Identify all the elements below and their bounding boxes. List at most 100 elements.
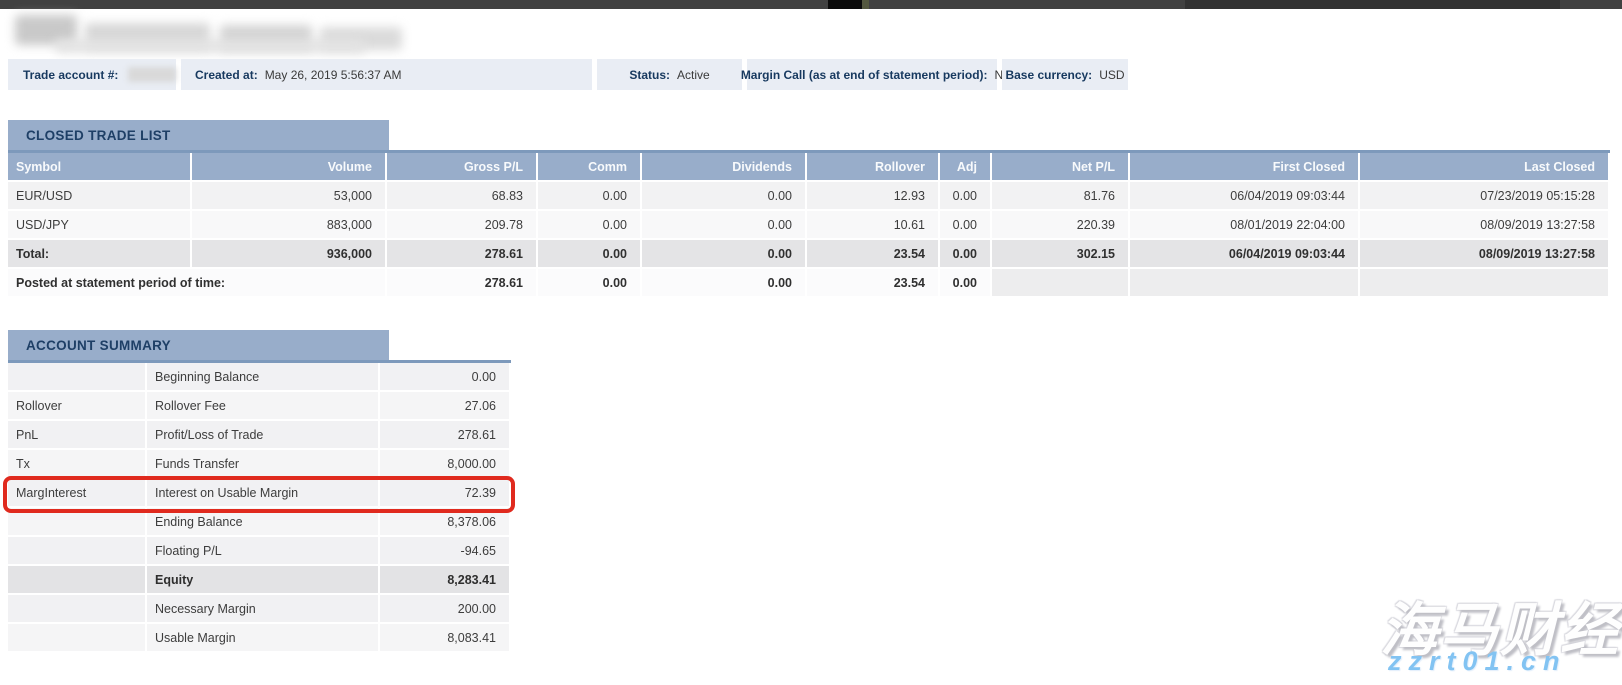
summary-code — [8, 595, 147, 624]
column-header: Gross P/L — [387, 153, 538, 182]
summary-description: Ending Balance — [147, 508, 380, 537]
created-at-value: May 26, 2019 5:56:37 AM — [265, 68, 402, 82]
margin-call-label: Margin Call (as at end of statement peri… — [741, 68, 988, 82]
column-header: Volume — [192, 153, 387, 182]
posted-cell: 23.54 — [807, 269, 940, 298]
posted-cell: 278.61 — [387, 269, 538, 298]
trade-cell: 68.83 — [387, 182, 538, 211]
summary-value: 0.00 — [380, 363, 511, 392]
closed-trade-list-body: EUR/USD53,00068.830.000.0012.930.0081.76… — [8, 182, 1610, 298]
total-cell: 0.00 — [642, 240, 807, 269]
trade-cell: 07/23/2019 05:15:28 — [1360, 182, 1610, 211]
account-summary-table: Beginning Balance0.00RolloverRollover Fe… — [8, 363, 511, 653]
summary-value: 8,000.00 — [380, 450, 511, 479]
strip-patch-accent — [862, 0, 869, 9]
summary-description: Profit/Loss of Trade — [147, 421, 380, 450]
trade-cell: 08/09/2019 13:27:58 — [1360, 211, 1610, 240]
closed-trade-list-table: SymbolVolumeGross P/LCommDividendsRollov… — [8, 153, 1610, 298]
posted-empty-cell — [1360, 269, 1610, 298]
info-status: Status: Active — [597, 59, 742, 90]
summary-description: Usable Margin — [147, 624, 380, 653]
column-header: Last Closed — [1360, 153, 1610, 182]
trade-cell: 0.00 — [940, 182, 992, 211]
top-browser-strip — [0, 0, 1622, 9]
closed-trade-list-header: SymbolVolumeGross P/LCommDividendsRollov… — [8, 153, 1610, 182]
account-info-bar: Trade account #: Created at: May 26, 201… — [8, 59, 1128, 90]
total-cell: 06/04/2019 09:03:44 — [1130, 240, 1360, 269]
closed-trade-list-title: CLOSED TRADE LIST — [26, 128, 171, 143]
summary-code — [8, 363, 147, 392]
status-label: Status: — [629, 68, 670, 82]
trade-cell: 12.93 — [807, 182, 940, 211]
total-cell: 23.54 — [807, 240, 940, 269]
closed-trade-list-section-tab: CLOSED TRADE LIST — [8, 120, 389, 150]
summary-row: Beginning Balance0.00 — [8, 363, 511, 392]
trade-cell: 10.61 — [807, 211, 940, 240]
summary-value: 72.39 — [380, 479, 511, 508]
summary-row: PnLProfit/Loss of Trade278.61 — [8, 421, 511, 450]
summary-value: 200.00 — [380, 595, 511, 624]
summary-code: Rollover — [8, 392, 147, 421]
summary-row: RolloverRollover Fee27.06 — [8, 392, 511, 421]
summary-value: 27.06 — [380, 392, 511, 421]
status-value: Active — [677, 68, 710, 82]
trade-row: USD/JPY883,000209.780.000.0010.610.00220… — [8, 211, 1610, 240]
trade-account-label: Trade account #: — [23, 68, 118, 82]
column-header: Dividends — [642, 153, 807, 182]
trade-cell: 0.00 — [538, 211, 642, 240]
summary-value: 8,083.41 — [380, 624, 511, 653]
summary-description: Beginning Balance — [147, 363, 380, 392]
total-cell: 0.00 — [538, 240, 642, 269]
summary-code — [8, 508, 147, 537]
summary-value: 8,283.41 — [380, 566, 511, 595]
summary-row-highlighted: MargInterestInterest on Usable Margin72.… — [8, 479, 511, 508]
trade-row: EUR/USD53,00068.830.000.0012.930.0081.76… — [8, 182, 1610, 211]
trade-cell: 883,000 — [192, 211, 387, 240]
account-summary-body: Beginning Balance0.00RolloverRollover Fe… — [8, 363, 511, 653]
column-header: Rollover — [807, 153, 940, 182]
column-header: Comm — [538, 153, 642, 182]
posted-cell: 0.00 — [538, 269, 642, 298]
total-cell: 08/09/2019 13:27:58 — [1360, 240, 1610, 269]
summary-code: Tx — [8, 450, 147, 479]
summary-value: 8,378.06 — [380, 508, 511, 537]
posted-row: Posted at statement period of time:278.6… — [8, 269, 1610, 298]
account-summary-section-tab: ACCOUNT SUMMARY — [8, 330, 389, 360]
info-margin-call: Margin Call (as at end of statement peri… — [747, 59, 997, 90]
info-created-at: Created at: May 26, 2019 5:56:37 AM — [181, 59, 592, 90]
account-summary-title: ACCOUNT SUMMARY — [26, 338, 171, 353]
created-at-label: Created at: — [195, 68, 258, 82]
strip-patch-dark — [1185, 0, 1560, 9]
summary-description: Necessary Margin — [147, 595, 380, 624]
total-cell: 302.15 — [992, 240, 1130, 269]
trade-cell: USD/JPY — [8, 211, 192, 240]
summary-row: Usable Margin8,083.41 — [8, 624, 511, 653]
base-currency-label: Base currency: — [1005, 68, 1092, 82]
summary-description: Equity — [147, 566, 380, 595]
summary-description: Funds Transfer — [147, 450, 380, 479]
trade-cell: 81.76 — [992, 182, 1130, 211]
trade-cell: 06/04/2019 09:03:44 — [1130, 182, 1360, 211]
watermark-site: zzrt01.cn — [1388, 646, 1567, 677]
summary-description: Floating P/L — [147, 537, 380, 566]
summary-code — [8, 624, 147, 653]
trade-cell: 53,000 — [192, 182, 387, 211]
summary-value: 278.61 — [380, 421, 511, 450]
base-currency-value: USD — [1099, 68, 1124, 82]
redacted-strip-patch — [828, 0, 862, 9]
summary-row: Equity8,283.41 — [8, 566, 511, 595]
summary-row: Floating P/L-94.65 — [8, 537, 511, 566]
total-label: Total: — [8, 240, 192, 269]
column-header: Net P/L — [992, 153, 1130, 182]
summary-row: Ending Balance8,378.06 — [8, 508, 511, 537]
posted-label: Posted at statement period of time: — [8, 269, 387, 298]
column-header: First Closed — [1130, 153, 1360, 182]
summary-code: MargInterest — [8, 479, 147, 508]
summary-description: Rollover Fee — [147, 392, 380, 421]
info-trade-account: Trade account #: — [8, 59, 176, 90]
posted-empty-cell — [992, 269, 1130, 298]
redacted-logo — [15, 13, 415, 55]
summary-row: TxFunds Transfer8,000.00 — [8, 450, 511, 479]
trade-cell: 220.39 — [992, 211, 1130, 240]
header-row: SymbolVolumeGross P/LCommDividendsRollov… — [8, 153, 1610, 182]
